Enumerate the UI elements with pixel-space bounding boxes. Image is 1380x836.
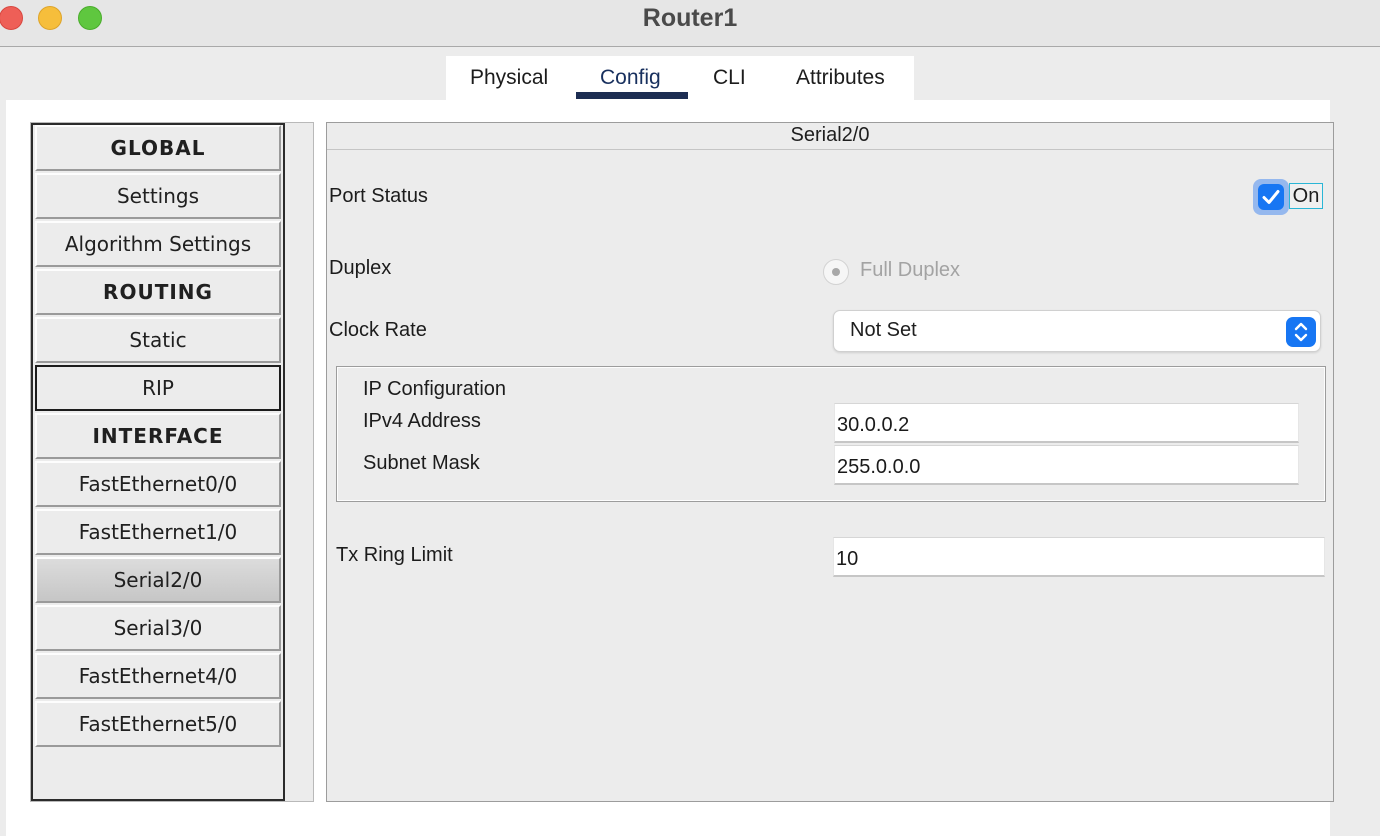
window-title: Router1 bbox=[642, 4, 738, 32]
tab-config[interactable]: Config bbox=[600, 66, 661, 90]
ip-configuration-heading: IP Configuration bbox=[363, 378, 507, 400]
checkmark-icon bbox=[1258, 184, 1284, 210]
tab-cli[interactable]: CLI bbox=[713, 66, 746, 90]
port-status-label: Port Status bbox=[329, 185, 428, 207]
tx-ring-limit-label: Tx Ring Limit bbox=[336, 544, 453, 566]
clock-rate-value: Not Set bbox=[850, 319, 917, 341]
sidebar-item-fastethernet0-0[interactable]: FastEthernet0/0 bbox=[35, 461, 281, 507]
sidebar-header-global: GLOBAL bbox=[35, 125, 281, 171]
subnet-mask-label: Subnet Mask bbox=[363, 452, 480, 474]
sidebar-header-routing: ROUTING bbox=[35, 269, 281, 315]
sidebar-item-serial3-0[interactable]: Serial3/0 bbox=[35, 605, 281, 651]
ipv4-address-input[interactable] bbox=[834, 403, 1299, 443]
tab-attributes[interactable]: Attributes bbox=[796, 66, 885, 90]
sidebar-item-static[interactable]: Static bbox=[35, 317, 281, 363]
full-duplex-radio[interactable] bbox=[823, 259, 849, 285]
subnet-mask-input[interactable] bbox=[834, 445, 1299, 485]
sidebar-item-algorithm-settings[interactable]: Algorithm Settings bbox=[35, 221, 281, 267]
sidebar-item-serial2-0[interactable]: Serial2/0 bbox=[35, 557, 281, 603]
sidebar: GLOBAL Settings Algorithm Settings ROUTI… bbox=[31, 123, 285, 801]
sidebar-item-settings[interactable]: Settings bbox=[35, 173, 281, 219]
config-content: GLOBAL Settings Algorithm Settings ROUTI… bbox=[6, 100, 1334, 836]
sidebar-header-interface: INTERFACE bbox=[35, 413, 281, 459]
port-status-on-label[interactable]: On bbox=[1289, 183, 1323, 209]
title-bar: Router1 bbox=[0, 0, 1380, 47]
sidebar-item-rip[interactable]: RIP bbox=[35, 365, 281, 411]
port-status-checkbox[interactable] bbox=[1253, 179, 1289, 215]
panel-title: Serial2/0 bbox=[327, 123, 1333, 150]
duplex-label: Duplex bbox=[329, 257, 392, 279]
full-duplex-label: Full Duplex bbox=[860, 259, 961, 281]
tab-bar: Physical Config CLI Attributes bbox=[446, 56, 914, 100]
tab-physical[interactable]: Physical bbox=[470, 66, 548, 90]
ipv4-address-label: IPv4 Address bbox=[363, 410, 481, 432]
sidebar-item-fastethernet4-0[interactable]: FastEthernet4/0 bbox=[35, 653, 281, 699]
sidebar-item-fastethernet5-0[interactable]: FastEthernet5/0 bbox=[35, 701, 281, 747]
active-tab-indicator bbox=[576, 92, 688, 99]
clock-rate-select[interactable]: Not Set bbox=[833, 310, 1321, 352]
chevron-up-down-icon bbox=[1286, 317, 1316, 347]
clock-rate-label: Clock Rate bbox=[329, 319, 427, 341]
sidebar-scroll-pane[interactable]: GLOBAL Settings Algorithm Settings ROUTI… bbox=[30, 122, 314, 802]
sidebar-item-fastethernet1-0[interactable]: FastEthernet1/0 bbox=[35, 509, 281, 555]
ip-configuration-group: IP Configuration IPv4 Address Subnet Mas… bbox=[336, 366, 1326, 502]
interface-config-panel: Serial2/0 Port Status On Duplex Full Dup… bbox=[326, 122, 1334, 802]
tx-ring-limit-input[interactable] bbox=[833, 537, 1325, 577]
